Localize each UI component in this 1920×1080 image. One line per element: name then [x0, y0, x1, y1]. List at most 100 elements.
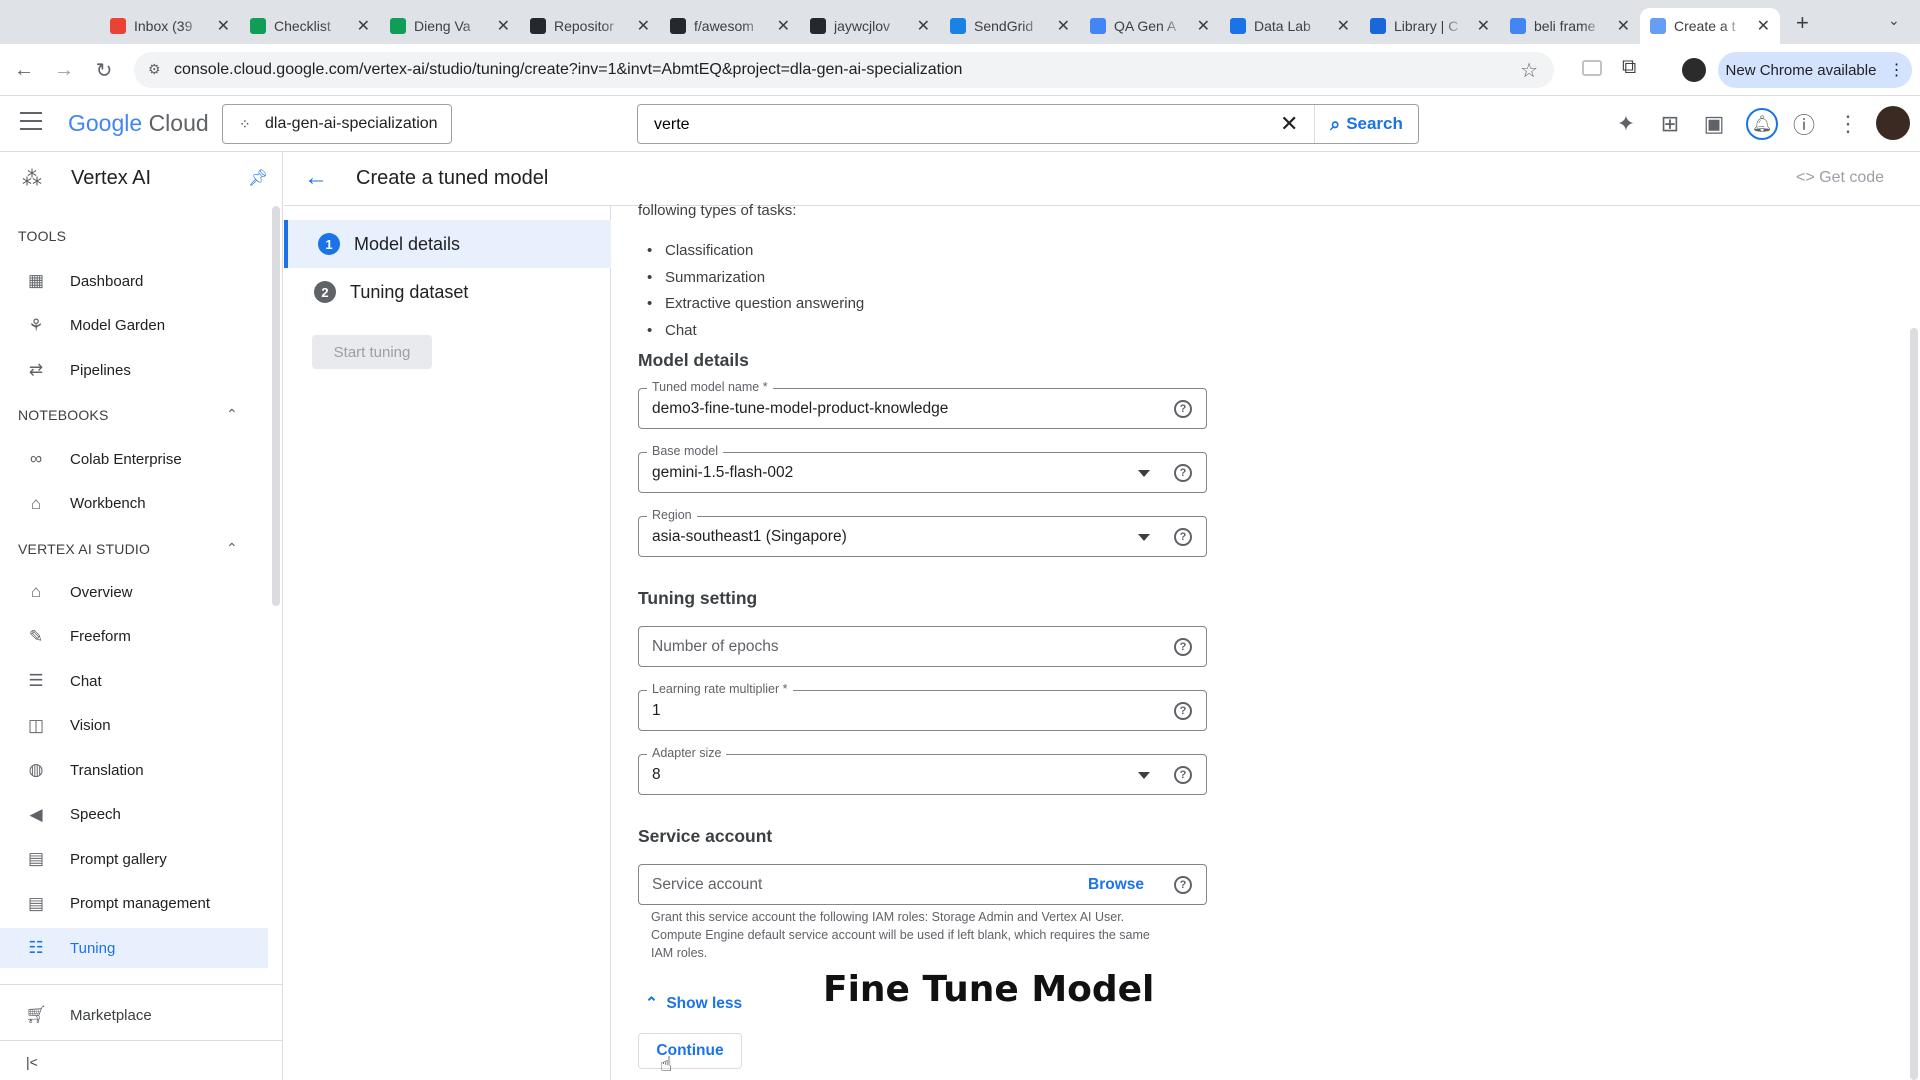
collapse-studio-icon[interactable]: ⌃: [226, 540, 238, 557]
help-icon[interactable]: ⓘ: [1790, 110, 1818, 138]
tab-search-icon[interactable]: ⌄: [1888, 12, 1900, 29]
nav-label: Vision: [70, 717, 111, 734]
browser-tab[interactable]: Repositor ✕: [520, 8, 660, 44]
nav-item-prompt-management[interactable]: ▤ Prompt management: [0, 884, 268, 924]
notifications-icon[interactable]: 🔔︎: [1746, 108, 1778, 140]
bookmark-star-icon[interactable]: ☆: [1520, 58, 1538, 83]
adapter-size-select[interactable]: Adapter size 8 ?: [638, 746, 1207, 795]
browser-tab[interactable]: QA Gen A ✕: [1080, 8, 1220, 44]
nav-item-translation[interactable]: ◍ Translation: [0, 750, 268, 790]
close-tab-icon[interactable]: ✕: [1757, 16, 1770, 36]
back-arrow-icon[interactable]: ←: [304, 164, 328, 192]
user-avatar[interactable]: [1876, 106, 1910, 140]
nav-item-speech[interactable]: ◀ Speech: [0, 795, 268, 835]
base-model-select[interactable]: Base model gemini-1.5-flash-002 ?: [638, 444, 1207, 493]
step-model-details[interactable]: 1 Model details: [284, 220, 611, 268]
search-input[interactable]: [654, 113, 1254, 137]
close-tab-icon[interactable]: ✕: [357, 16, 370, 36]
browser-tab[interactable]: SendGrid ✕: [940, 8, 1080, 44]
profile-avatar[interactable]: [1682, 58, 1706, 82]
help-icon[interactable]: ?: [1174, 766, 1192, 784]
section-notebooks[interactable]: NOTEBOOKS: [18, 407, 108, 423]
help-icon[interactable]: ?: [1174, 876, 1192, 894]
nav-item-marketplace[interactable]: 🛒︎ Marketplace: [0, 995, 268, 1035]
hamburger-menu-icon[interactable]: [20, 112, 42, 130]
project-name: dla-gen-ai-specialization: [265, 115, 438, 132]
nav-item-model-garden[interactable]: ⚘ Model Garden: [0, 306, 268, 346]
forward-icon[interactable]: →: [52, 58, 76, 82]
help-icon[interactable]: ?: [1174, 638, 1192, 656]
extensions-icon[interactable]: ⧉: [1622, 56, 1636, 79]
browser-tab[interactable]: Checklist ✕: [240, 8, 380, 44]
model-details-heading: Model details: [638, 350, 749, 370]
cast-icon[interactable]: [1582, 60, 1602, 76]
close-tab-icon[interactable]: ✕: [637, 16, 650, 36]
nav-item-prompt-gallery[interactable]: ▤ Prompt gallery: [0, 839, 268, 879]
close-tab-icon[interactable]: ✕: [917, 16, 930, 36]
close-tab-icon[interactable]: ✕: [1197, 16, 1210, 36]
close-tab-icon[interactable]: ✕: [1477, 16, 1490, 36]
more-options-icon[interactable]: ⋮: [1834, 110, 1862, 138]
cloud-shell-icon[interactable]: ▣: [1700, 110, 1728, 138]
address-bar[interactable]: ⚙ console.cloud.google.com/vertex-ai/stu…: [134, 52, 1554, 88]
search-button[interactable]: ⌕ Search: [1314, 105, 1418, 143]
browser-tab[interactable]: jaywcjlov ✕: [800, 8, 940, 44]
nav-item-colab-enterprise[interactable]: ∞ Colab Enterprise: [0, 439, 268, 479]
nav-item-pipelines[interactable]: ⇄ Pipelines: [0, 350, 268, 390]
pin-icon[interactable]: 📌︎: [248, 168, 268, 188]
collapse-nav-icon[interactable]: |<: [26, 1054, 38, 1070]
tuned-model-name-field[interactable]: Tuned model name * demo3-fine-tune-model…: [638, 380, 1207, 429]
nav-item-dashboard[interactable]: ▦ Dashboard: [0, 261, 268, 301]
logo-cloud-text: Cloud: [148, 110, 209, 136]
browser-tab[interactable]: Data Lab ✕: [1220, 8, 1360, 44]
close-tab-icon[interactable]: ✕: [1057, 16, 1070, 36]
nav-item-vision[interactable]: ◫ Vision: [0, 706, 268, 746]
close-tab-icon[interactable]: ✕: [497, 16, 510, 36]
close-tab-icon[interactable]: ✕: [777, 16, 790, 36]
help-icon[interactable]: ?: [1174, 528, 1192, 546]
gmail-icon: [110, 18, 126, 34]
reload-icon[interactable]: ↻: [92, 58, 116, 82]
continue-button[interactable]: Continue: [638, 1033, 742, 1069]
back-icon[interactable]: ←: [12, 58, 36, 82]
step-tuning-dataset[interactable]: 2 Tuning dataset: [284, 268, 611, 316]
browser-tab[interactable]: Inbox (39 ✕: [100, 8, 240, 44]
field-label: Adapter size: [647, 746, 727, 760]
close-tab-icon[interactable]: ✕: [217, 16, 230, 36]
get-code-button[interactable]: <> Get code: [1796, 169, 1884, 187]
browser-tab[interactable]: Library | C ✕: [1360, 8, 1500, 44]
clear-search-icon[interactable]: ✕: [1280, 111, 1298, 137]
site-info-icon[interactable]: ⚙: [148, 61, 161, 78]
browser-tab[interactable]: Create a t ✕: [1640, 8, 1780, 44]
service-account-field[interactable]: Service account Browse ?: [638, 864, 1207, 905]
new-chrome-available-button[interactable]: New Chrome available ⋮: [1718, 52, 1912, 88]
help-icon[interactable]: ?: [1174, 702, 1192, 720]
nav-item-freeform[interactable]: ✎ Freeform: [0, 617, 268, 657]
project-picker[interactable]: ⁘ dla-gen-ai-specialization: [222, 104, 452, 144]
help-icon[interactable]: ?: [1174, 464, 1192, 482]
main-scrollbar[interactable]: [1910, 328, 1918, 1080]
browser-tab[interactable]: Dieng Va ✕: [380, 8, 520, 44]
show-less-button[interactable]: ⌃ Show less: [645, 994, 742, 1013]
help-icon[interactable]: ?: [1174, 400, 1192, 418]
epochs-field[interactable]: Number of epochs ?: [638, 626, 1207, 667]
gift-icon[interactable]: ⊞: [1656, 110, 1684, 138]
region-select[interactable]: Region asia-southeast1 (Singapore) ?: [638, 508, 1207, 557]
pencil-icon: ✎: [28, 626, 44, 646]
section-vertex-ai-studio[interactable]: VERTEX AI STUDIO: [18, 541, 150, 557]
nav-item-chat[interactable]: ☰ Chat: [0, 661, 268, 701]
close-tab-icon[interactable]: ✕: [1337, 16, 1350, 36]
nav-item-tuning[interactable]: ☷ Tuning: [0, 928, 268, 968]
nav-item-workbench[interactable]: ⌂ Workbench: [0, 484, 268, 524]
browser-tab[interactable]: f/awesom ✕: [660, 8, 800, 44]
new-tab-icon[interactable]: +: [1796, 10, 1809, 36]
nav-item-overview[interactable]: ⌂ Overview: [0, 572, 268, 612]
collapse-notebooks-icon[interactable]: ⌃: [226, 406, 238, 423]
gemini-sparkle-icon[interactable]: ✦: [1612, 110, 1640, 138]
nav-scrollbar[interactable]: [272, 206, 280, 606]
browser-tab[interactable]: beli frame ✕: [1500, 8, 1640, 44]
learning-rate-field[interactable]: Learning rate multiplier * 1 ?: [638, 682, 1207, 731]
google-cloud-logo[interactable]: Google Cloud: [68, 110, 209, 137]
browse-button[interactable]: Browse: [1088, 876, 1144, 894]
close-tab-icon[interactable]: ✕: [1617, 16, 1630, 36]
